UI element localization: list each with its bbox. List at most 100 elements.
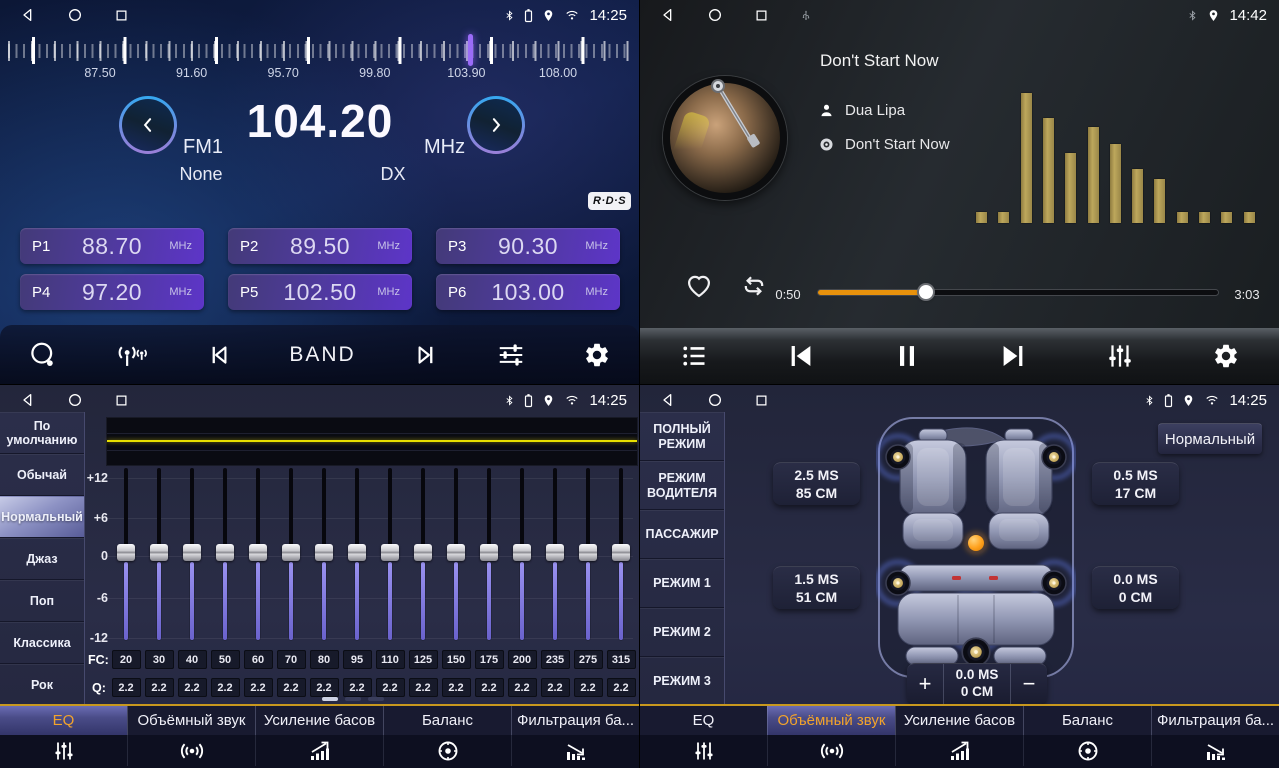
- next-station-icon[interactable]: [412, 341, 440, 369]
- next-track-icon[interactable]: [998, 341, 1028, 371]
- home-icon[interactable]: [67, 7, 83, 23]
- equalizer-settings-icon[interactable]: [496, 340, 526, 370]
- eq-preset-item[interactable]: Обычай: [0, 454, 84, 496]
- slider-knob[interactable]: [249, 544, 267, 561]
- slider-knob[interactable]: [513, 544, 531, 561]
- tab-surround-sound[interactable]: Объёмный звук: [767, 706, 895, 735]
- slider-knob[interactable]: [546, 544, 564, 561]
- slider-knob[interactable]: [150, 544, 168, 561]
- back-icon[interactable]: [660, 7, 676, 23]
- eq-band-slider[interactable]: [182, 468, 202, 640]
- eq-band-slider[interactable]: [446, 468, 466, 640]
- slider-knob[interactable]: [216, 544, 234, 561]
- tab-eq[interactable]: EQ: [0, 706, 127, 735]
- tune-down-button[interactable]: [119, 96, 177, 154]
- slider-knob[interactable]: [381, 544, 399, 561]
- audio-mixer-icon[interactable]: [1105, 341, 1135, 371]
- eq-preset-item[interactable]: По умолчанию: [0, 412, 84, 454]
- eq-band-slider[interactable]: [479, 468, 499, 640]
- tab-surround-sound-icon-cell[interactable]: [127, 735, 255, 766]
- slider-knob[interactable]: [612, 544, 630, 561]
- slider-knob[interactable]: [414, 544, 432, 561]
- previous-track-icon[interactable]: [786, 341, 816, 371]
- listening-mode-item[interactable]: ПОЛНЫЙ РЕЖИМ: [640, 412, 724, 461]
- delay-increase-button[interactable]: +: [907, 664, 943, 704]
- home-icon[interactable]: [707, 7, 723, 23]
- tab-filter-icon-cell[interactable]: [1151, 735, 1279, 766]
- tab-balance-icon-cell[interactable]: [1023, 735, 1151, 766]
- home-icon[interactable]: [67, 392, 83, 408]
- listening-mode-item[interactable]: РЕЖИМ 2: [640, 608, 724, 657]
- delay-decrease-button[interactable]: −: [1011, 664, 1047, 704]
- tab-balance-icon-cell[interactable]: [383, 735, 511, 766]
- listening-mode-item[interactable]: РЕЖИМ ВОДИТЕЛЯ: [640, 461, 724, 510]
- slider-knob[interactable]: [447, 544, 465, 561]
- eq-band-slider[interactable]: [314, 468, 334, 640]
- tab-balance[interactable]: Баланс: [383, 706, 511, 735]
- radio-preset-p3[interactable]: P390.30MHz: [436, 228, 620, 264]
- slider-knob[interactable]: [348, 544, 366, 561]
- eq-preset-item[interactable]: Рок: [0, 664, 84, 706]
- playlist-icon[interactable]: [679, 342, 709, 370]
- slider-knob[interactable]: [315, 544, 333, 561]
- back-icon[interactable]: [20, 7, 36, 23]
- tab-eq-icon-cell[interactable]: [0, 735, 127, 766]
- eq-preset-item[interactable]: Нормальный: [0, 496, 84, 538]
- tab-filter[interactable]: Фильтрация ба...: [511, 706, 639, 735]
- recents-icon[interactable]: [114, 393, 129, 408]
- previous-station-icon[interactable]: [205, 341, 233, 369]
- tab-eq[interactable]: EQ: [640, 706, 767, 735]
- tab-bass-boost-icon-cell[interactable]: [895, 735, 1023, 766]
- eq-band-slider[interactable]: [149, 468, 169, 640]
- eq-band-slider[interactable]: [512, 468, 532, 640]
- tab-balance[interactable]: Баланс: [1023, 706, 1151, 735]
- tab-bass-boost[interactable]: Усиление басов: [895, 706, 1023, 735]
- eq-band-slider[interactable]: [248, 468, 268, 640]
- favorite-icon[interactable]: [684, 272, 714, 300]
- radio-preset-p1[interactable]: P188.70MHz: [20, 228, 204, 264]
- car-cabin-graphic[interactable]: [876, 415, 1076, 680]
- eq-band-slider[interactable]: [347, 468, 367, 640]
- eq-band-slider[interactable]: [578, 468, 598, 640]
- back-icon[interactable]: [660, 392, 676, 408]
- tab-surround-sound[interactable]: Объёмный звук: [127, 706, 255, 735]
- tab-bass-boost[interactable]: Усиление басов: [255, 706, 383, 735]
- radio-preset-p6[interactable]: P6103.00MHz: [436, 274, 620, 310]
- eq-band-slider[interactable]: [281, 468, 301, 640]
- sound-profile-button[interactable]: Нормальный: [1158, 423, 1262, 454]
- eq-preset-item[interactable]: Поп: [0, 580, 84, 622]
- slider-knob[interactable]: [282, 544, 300, 561]
- band-button[interactable]: BAND: [289, 343, 355, 367]
- tab-surround-sound-icon-cell[interactable]: [767, 735, 895, 766]
- eq-band-slider[interactable]: [413, 468, 433, 640]
- tab-filter-icon-cell[interactable]: [511, 735, 639, 766]
- recents-icon[interactable]: [754, 393, 769, 408]
- pause-icon[interactable]: [893, 341, 921, 371]
- broadcast-icon[interactable]: [115, 340, 149, 370]
- eq-band-slider[interactable]: [545, 468, 565, 640]
- tune-up-button[interactable]: [467, 96, 525, 154]
- tab-filter[interactable]: Фильтрация ба...: [1151, 706, 1279, 735]
- eq-band-slider[interactable]: [215, 468, 235, 640]
- recents-icon[interactable]: [114, 8, 129, 23]
- radio-preset-p5[interactable]: P5102.50MHz: [228, 274, 412, 310]
- slider-knob[interactable]: [480, 544, 498, 561]
- radio-preset-p4[interactable]: P497.20MHz: [20, 274, 204, 310]
- radio-preset-p2[interactable]: P289.50MHz: [228, 228, 412, 264]
- listening-mode-item[interactable]: РЕЖИМ 1: [640, 559, 724, 608]
- recents-icon[interactable]: [754, 8, 769, 23]
- tab-eq-icon-cell[interactable]: [640, 735, 767, 766]
- settings-gear-icon[interactable]: [583, 341, 611, 369]
- eq-band-slider[interactable]: [380, 468, 400, 640]
- seek-bar[interactable]: [818, 290, 1218, 295]
- tab-bass-boost-icon-cell[interactable]: [255, 735, 383, 766]
- slider-knob[interactable]: [183, 544, 201, 561]
- scan-icon[interactable]: [28, 340, 58, 370]
- settings-gear-icon[interactable]: [1212, 342, 1240, 370]
- slider-knob[interactable]: [579, 544, 597, 561]
- listening-mode-item[interactable]: ПАССАЖИР: [640, 510, 724, 559]
- back-icon[interactable]: [20, 392, 36, 408]
- eq-band-slider[interactable]: [611, 468, 631, 640]
- listening-mode-item[interactable]: РЕЖИМ 3: [640, 657, 724, 706]
- slider-knob[interactable]: [117, 544, 135, 561]
